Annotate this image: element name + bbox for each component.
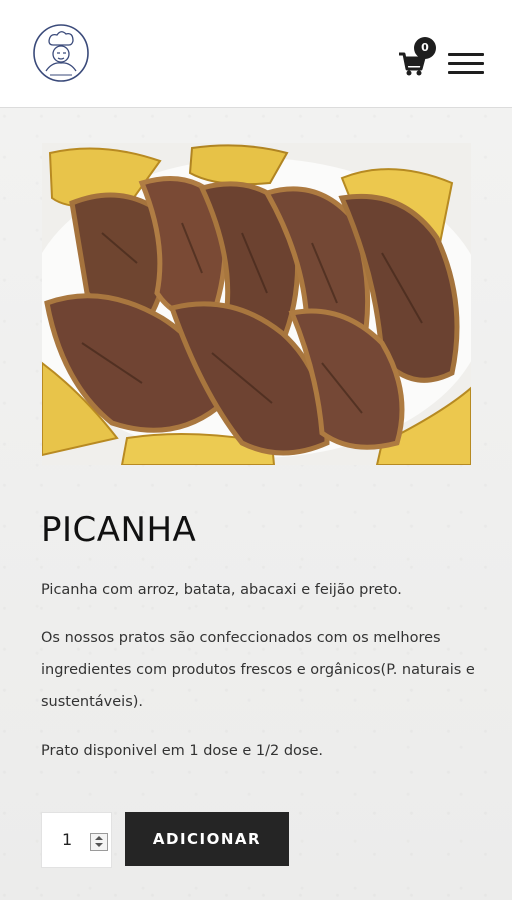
- stepper-up-icon[interactable]: [95, 836, 103, 840]
- product-title: PICANHA: [41, 510, 197, 550]
- menu-bar: [448, 62, 484, 65]
- product-description: Os nossos pratos são confeccionados com …: [41, 630, 475, 710]
- cart-count-badge: 0: [414, 37, 436, 59]
- product-image[interactable]: [42, 143, 471, 465]
- product-availability: Prato disponivel em 1 dose e 1/2 dose.: [41, 743, 324, 759]
- quantity-value[interactable]: 1: [62, 830, 72, 849]
- quantity-field[interactable]: 1: [41, 812, 112, 868]
- quantity-stepper[interactable]: [90, 833, 108, 851]
- product-short-description: Picanha com arroz, batata, abacaxi e fei…: [41, 582, 402, 598]
- hamburger-menu-icon[interactable]: [448, 53, 484, 75]
- add-to-cart-button[interactable]: ADICIONAR: [125, 812, 289, 866]
- menu-bar: [448, 53, 484, 56]
- site-header: 0: [0, 0, 512, 108]
- chef-logo-icon[interactable]: [32, 23, 90, 83]
- stepper-down-icon[interactable]: [95, 843, 103, 847]
- menu-bar: [448, 71, 484, 74]
